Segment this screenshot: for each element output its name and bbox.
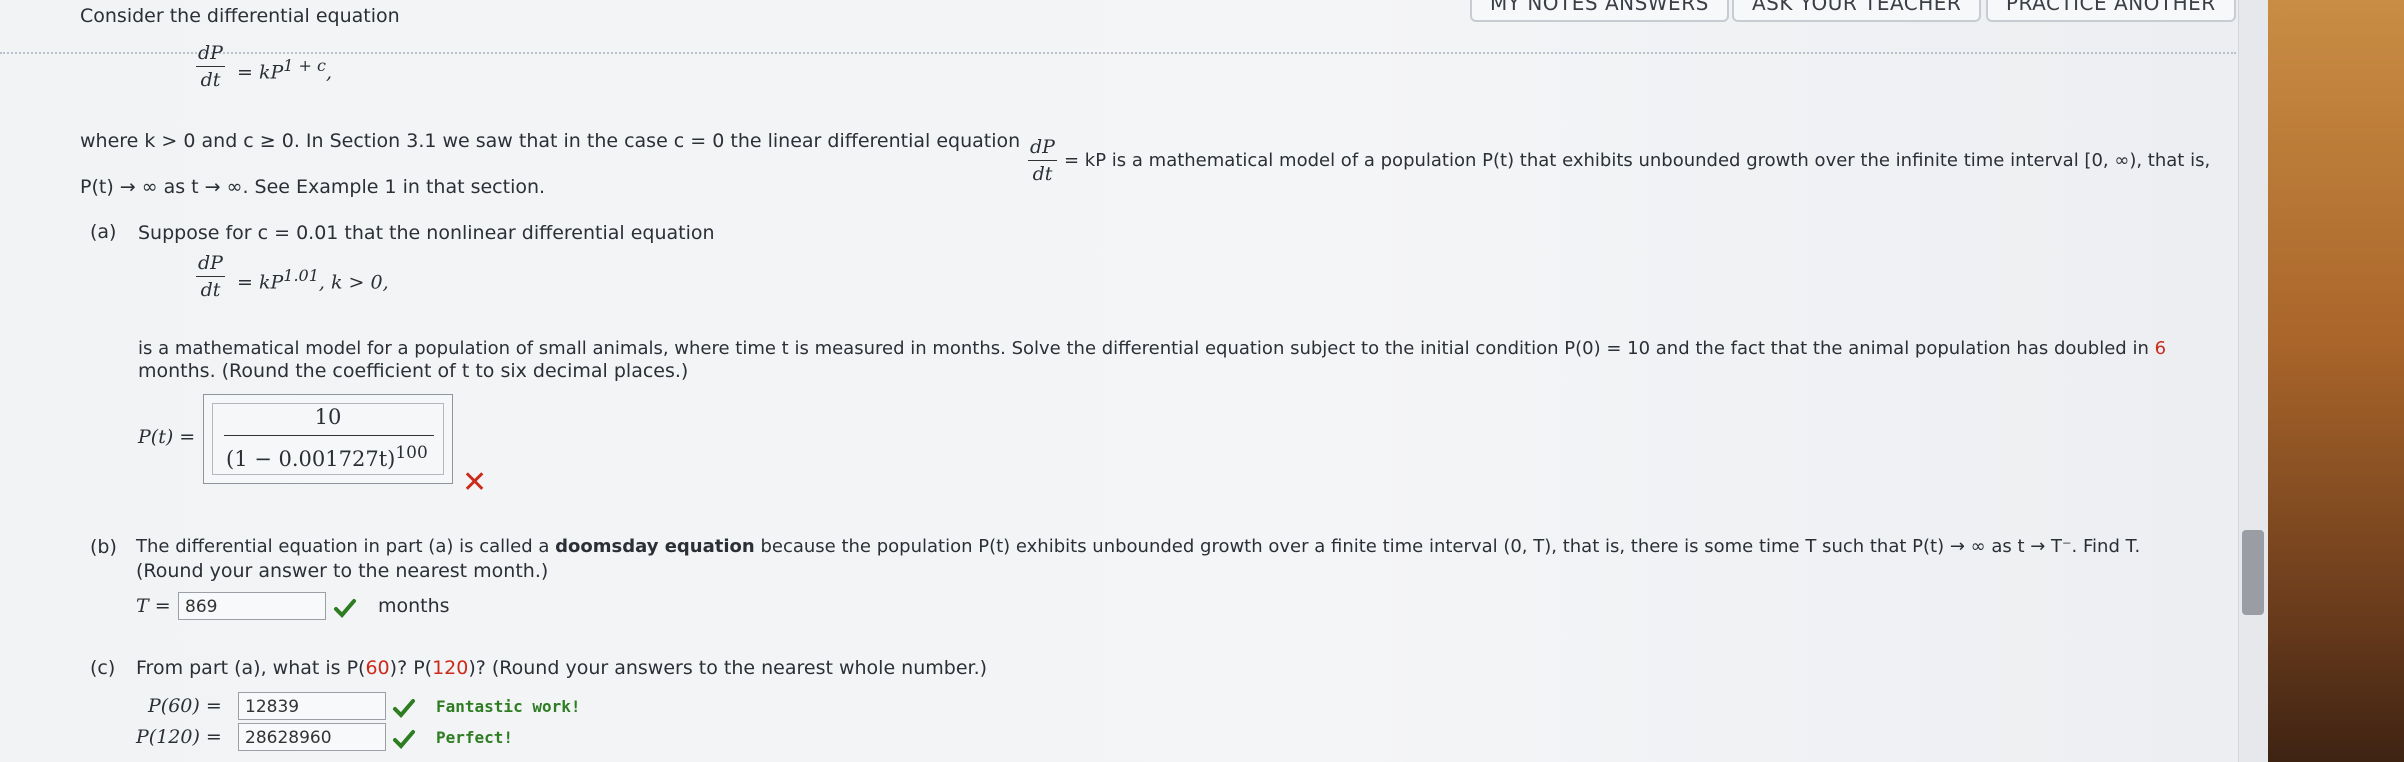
consider-text: Consider the differential equation [80, 5, 400, 27]
part-c-n2: 120 [432, 657, 469, 679]
part-c-text-2: )? P( [389, 657, 433, 679]
part-a-label: (a) [90, 221, 117, 243]
part-a-eq-rhs-text: = kP [237, 271, 284, 294]
intro-eq-rhs: = kP1 + c, [237, 56, 332, 83]
part-a-answer-den-text: (1 − 0.001727t) [226, 447, 396, 471]
part-a-answer-numerator: 10 [314, 405, 342, 429]
part-a-desc-1: is a mathematical model for a population… [138, 338, 2166, 359]
intro-eq-fraction: dP dt [196, 42, 225, 91]
desk-background [2268, 0, 2404, 762]
intro-eq-den: dt [200, 69, 221, 91]
part-a-eq-tail: , k > 0, [318, 271, 389, 294]
where-text-2: = kP is a mathematical model of a popula… [1064, 150, 2211, 171]
part-a-eq-den: dt [200, 279, 221, 301]
scrollbar-thumb[interactable] [2242, 530, 2264, 615]
ask-your-teacher-button[interactable]: ASK YOUR TEACHER [1732, 0, 1982, 22]
p120-check-icon [393, 730, 415, 749]
header-divider [0, 52, 2236, 54]
practice-another-button[interactable]: PRACTICE ANOTHER [1986, 0, 2236, 22]
part-a-eq-exp: 1.01 [283, 266, 319, 285]
part-a-eq-fraction: dP dt [196, 252, 225, 301]
doomsday-term: doomsday equation [555, 536, 755, 557]
p120-feedback: Perfect! [436, 728, 514, 747]
part-a-desc-1-text: is a mathematical model for a population… [138, 338, 2149, 359]
linear-eq-den: dt [1032, 163, 1053, 185]
incorrect-x-icon: ✕ [462, 465, 488, 500]
problem-page: MY NOTES ANSWERS ASK YOUR TEACHER PRACTI… [0, 0, 2238, 762]
part-c-text: From part (a), what is P(60)? P(120)? (R… [136, 657, 987, 679]
part-a-answer-exp: 100 [395, 443, 428, 463]
intro-eq-rhs-text: = kP [237, 61, 284, 84]
intro-eq-comma: , [325, 61, 333, 84]
part-b-text-1: The differential equation in part (a) is… [136, 536, 2140, 557]
part-b-text-end: because the population P(t) exhibits unb… [760, 536, 2141, 557]
part-c-text-1: From part (a), what is P( [136, 657, 366, 679]
part-a-answer-label: P(t) = [138, 426, 196, 448]
part-a-eq-rhs: = kP1.01, k > 0, [237, 266, 389, 293]
linear-eq-num: dP [1028, 136, 1057, 161]
part-b-check-icon [334, 599, 356, 618]
where-text-3: P(t) → ∞ as t → ∞. See Example 1 in that… [80, 176, 546, 198]
p120-label: P(120) = [136, 726, 222, 748]
part-a-eq-num: dP [196, 252, 225, 277]
p60-input[interactable]: 12839 [238, 692, 386, 720]
intro-eq-num: dP [196, 42, 225, 67]
vertical-scrollbar[interactable] [2238, 0, 2269, 762]
part-a-answer-fraction-bar [224, 435, 434, 436]
part-b-text-start: The differential equation in part (a) is… [136, 536, 550, 557]
part-b-text-3: (Round your answer to the nearest month.… [136, 560, 549, 582]
part-a-answer-denominator: (1 − 0.001727t)100 [226, 443, 428, 471]
part-a-desc-2: months. (Round the coefficient of t to s… [138, 360, 689, 382]
part-c-text-3: )? (Round your answers to the nearest wh… [468, 657, 988, 679]
p60-label: P(60) = [148, 695, 222, 717]
part-b-units: months [378, 595, 450, 617]
part-a-answer-box[interactable]: 10 (1 − 0.001727t)100 [203, 394, 453, 484]
part-a-text: Suppose for c = 0.01 that the nonlinear … [138, 222, 715, 244]
part-b-label: (b) [90, 536, 117, 558]
part-b-answer-label: T = [136, 595, 171, 617]
part-a-double-months: 6 [2154, 338, 2167, 359]
part-b-answer-input[interactable]: 869 [178, 592, 326, 620]
linear-eq-fraction: dP dt [1028, 136, 1057, 185]
intro-eq-exp: 1 + c [283, 56, 326, 75]
p120-input[interactable]: 28628960 [238, 723, 386, 751]
p60-feedback: Fantastic work! [436, 697, 581, 716]
where-text-1: where k > 0 and c ≥ 0. In Section 3.1 we… [80, 130, 1021, 152]
my-notes-answers-button[interactable]: MY NOTES ANSWERS [1470, 0, 1729, 22]
part-c-label: (c) [90, 657, 116, 679]
part-c-n1: 60 [365, 657, 390, 679]
p60-check-icon [393, 699, 415, 718]
